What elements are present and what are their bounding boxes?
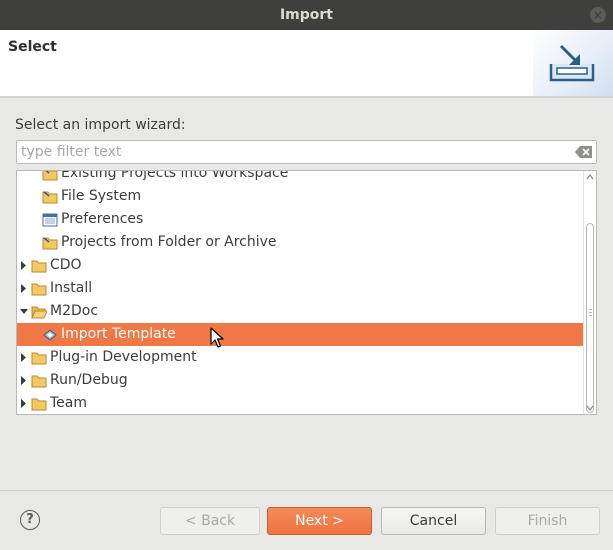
tree-item[interactable]: Install (17, 277, 584, 300)
tree-item-label: File System (61, 188, 142, 204)
wizard-header: Select (0, 30, 613, 96)
tree-item-label: Preferences (61, 211, 144, 227)
scrollbar-thumb[interactable] (586, 223, 594, 413)
tree-item[interactable]: Import Template (17, 323, 584, 346)
expand-arrow-right-icon[interactable] (19, 346, 29, 369)
tree-item[interactable]: CDO (17, 254, 584, 277)
wizard-prompt-label: Select an import wizard: (15, 117, 186, 133)
tree-item[interactable]: Existing Projects into Workspace (17, 170, 584, 185)
mouse-cursor-icon (210, 327, 224, 348)
finish-button[interactable]: Finish (495, 507, 600, 535)
tree-scrollbar[interactable] (583, 171, 596, 414)
wizard-banner (533, 30, 613, 96)
folder-icon (31, 396, 47, 411)
cancel-button[interactable]: Cancel (381, 507, 486, 535)
expand-arrow-down-icon[interactable] (19, 300, 29, 323)
expand-arrow-right-icon[interactable] (19, 369, 29, 392)
folder-icon (31, 350, 47, 365)
folder-icon (31, 281, 47, 296)
tree-item-label: Import Template (61, 326, 176, 342)
folder-icon (31, 373, 47, 388)
expand-arrow-right-icon[interactable] (19, 254, 29, 277)
button-bar-separator (0, 490, 613, 491)
tree-item[interactable]: Projects from Folder or Archive (17, 231, 584, 254)
help-button[interactable]: ? (20, 510, 40, 530)
folder-import-icon (42, 189, 58, 204)
window-title: Import (279, 7, 334, 23)
back-button[interactable]: < Back (160, 507, 260, 535)
page-title: Select (8, 39, 57, 55)
next-button[interactable]: Next > (267, 507, 372, 535)
window-titlebar: Import × (0, 0, 613, 30)
tree-item-label: Install (50, 280, 93, 296)
close-icon[interactable]: × (590, 7, 606, 23)
folder-icon (31, 258, 47, 273)
scroll-down-icon[interactable] (586, 404, 594, 412)
tree-item[interactable]: Plug-in Development (17, 346, 584, 369)
tree-item-label: Plug-in Development (50, 349, 197, 365)
template-icon (42, 327, 58, 341)
filter-field[interactable] (16, 140, 597, 164)
tree-item-label: Run/Debug (50, 372, 128, 388)
import-wizard-icon (549, 44, 595, 82)
tree-item[interactable]: M2Doc (17, 300, 584, 323)
expand-arrow-right-icon[interactable] (19, 277, 29, 300)
clear-filter-icon[interactable] (574, 144, 594, 160)
tree-item-label: M2Doc (50, 303, 99, 319)
tree-item[interactable]: Team (17, 392, 584, 414)
tree-item-label: Team (50, 395, 88, 411)
tree-item-label: CDO (50, 257, 82, 273)
tree-item-label: Existing Projects into Workspace (61, 170, 289, 181)
folder-import-icon (42, 171, 58, 181)
filter-input[interactable] (17, 141, 557, 163)
preferences-icon (42, 212, 58, 227)
tree-item[interactable]: File System (17, 185, 584, 208)
folder-open-icon (31, 304, 48, 319)
tree-item[interactable]: Run/Debug (17, 369, 584, 392)
header-separator (0, 96, 613, 98)
tree-item[interactable]: Preferences (17, 208, 584, 231)
folder-import-icon (42, 235, 58, 250)
scroll-up-icon[interactable] (586, 173, 594, 181)
wizard-tree[interactable]: Existing Projects into Workspace File Sys… (16, 170, 597, 415)
tree-item-label: Projects from Folder or Archive (61, 234, 277, 250)
expand-arrow-right-icon[interactable] (19, 392, 29, 414)
